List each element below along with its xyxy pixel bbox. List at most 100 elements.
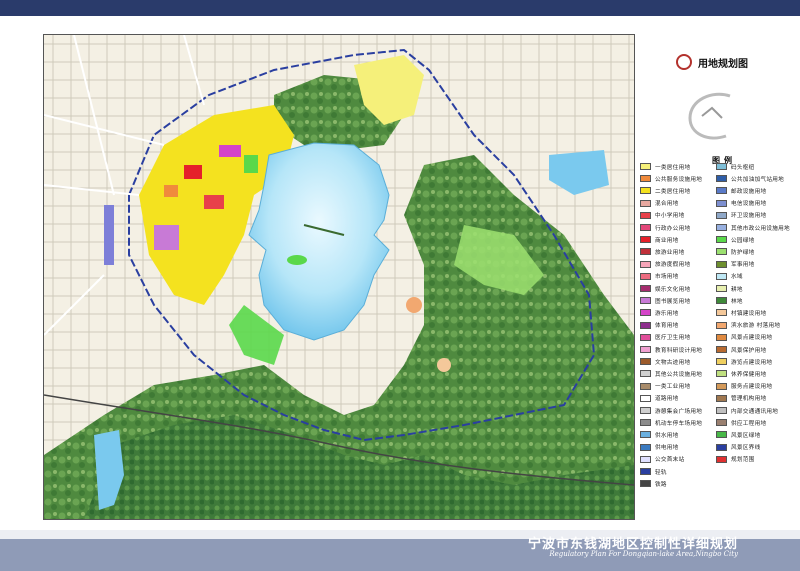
village-spot-2 [437,358,451,372]
legend-swatch [716,443,727,451]
land-use-map [43,34,635,520]
legend-label: 公共加油加气站用地 [731,176,785,183]
legend-item: 游乐用地 [640,307,679,318]
legend-item: 游憩集会广场用地 [640,405,702,416]
legend-label: 公交首末站 [655,457,685,464]
legend-label: 道路用地 [655,396,679,403]
map-canvas [44,35,634,519]
legend-item: 轻轨 [640,466,667,477]
legend-item: 滨水旅游 村落用地 [716,320,780,331]
legend-swatch [640,175,651,183]
legend-item: 服务点建设用地 [716,381,772,392]
legend-swatch [716,431,727,439]
legend-label: 机动车停车场用地 [655,420,703,427]
legend-label: 图书展览用地 [655,298,691,305]
exhibition-block [154,225,179,250]
legend-label: 游乐用地 [655,310,679,317]
legend-item: 林地 [716,295,743,306]
legend-item: 一类工业用地 [640,381,690,392]
legend-label: 供电用地 [655,445,679,452]
legend-label: 公园绿地 [731,237,755,244]
legend-swatch [716,285,727,292]
legend-swatch [640,309,651,317]
legend-swatch [716,211,727,219]
legend-swatch [716,455,727,463]
legend-item: 一类居住用地 [640,161,690,172]
legend-item: 供水用地 [640,429,679,440]
legend-item: 行政办公用地 [640,222,690,233]
legend-item: 水域 [716,271,743,282]
legend-swatch [640,468,651,475]
legend-item: 其他公共设施用地 [640,368,702,379]
legend-item: 医疗卫生用地 [640,332,690,343]
legend-label: 管理机构用地 [731,396,767,403]
legend-label: 游览点建设用地 [731,359,773,366]
legend-label: 二类居住用地 [655,188,691,195]
legend-label: 村镇建设用地 [731,310,767,317]
legend-swatch [640,187,651,195]
legend-item: 公共服务设施用地 [640,173,702,184]
legend-item: 文物古迹用地 [640,356,690,367]
legend-item: 军事用地 [716,259,755,270]
legend-swatch [640,211,651,219]
legend-label: 市场用地 [655,274,679,281]
dongqian-logo [688,92,731,140]
legend-swatch [716,297,727,305]
legend-swatch [640,407,651,414]
legend-swatch [716,382,727,390]
legend-title: 用地规划图 [698,59,748,70]
legend-item: 供电用地 [640,442,679,453]
legend-item: 公园绿地 [716,234,755,245]
west-strip [104,205,114,265]
legend-item: 邮政设施用地 [716,185,766,196]
legend-item: 规划范围 [716,454,755,465]
legend-label: 公共服务设施用地 [655,176,703,183]
legend-label: 休养保健用地 [731,371,767,378]
legend-item: 旅游度假用地 [640,259,690,270]
legend-swatch [640,480,651,488]
legend-label: 轻轨 [655,469,667,476]
legend-item: 体育用地 [640,320,679,331]
legend-label: 其他市政公用设施用地 [731,225,790,232]
legend-swatch [716,407,727,414]
legend-label: 军事用地 [731,262,755,269]
recreation-block [219,145,241,157]
legend-item: 风景区绿地 [716,429,760,440]
legend-label: 服务点建设用地 [731,384,773,391]
legend-label: 旅游业用地 [655,249,685,256]
legend-label: 风景区绿地 [731,432,761,439]
legend-item: 中小学用地 [640,210,684,221]
legend-label: 风景保护用地 [731,347,767,354]
legend-panel: 用地规划图 图例 一类居住用地 公共服务设施用地 二类居住用地 混合用地 中小学用地 行政… [636,34,790,518]
legend-swatch [716,199,727,207]
legend-label: 其他公共设施用地 [655,371,703,378]
legend-item: 道路用地 [640,393,679,404]
legend-label: 规划范围 [731,457,755,464]
legend-label: 耕地 [731,286,743,293]
legend-label: 供应工程用地 [731,420,767,427]
legend-item: 风景点建设用地 [716,332,772,343]
legend-label: 旅游度假用地 [655,262,691,269]
legend-item: 公交首末站 [640,454,684,465]
legend-swatch [716,272,727,280]
legend-item: 管理机构用地 [716,393,766,404]
legend-item: 图书展览用地 [640,295,690,306]
legend-item: 内部交通通讯用地 [716,405,778,416]
legend-swatch [716,224,727,231]
legend-item: 风景保护用地 [716,344,766,355]
legend-item: 耕地 [716,283,743,294]
legend-swatch [640,272,651,280]
legend-item: 村镇建设用地 [716,307,766,318]
legend-swatch [716,248,727,256]
legend-swatch [640,346,651,353]
legend-swatch [716,260,727,268]
legend-item: 商业用地 [640,234,679,245]
park-block [244,155,258,173]
legend-swatch [716,358,727,366]
legend-item: 旅游业用地 [640,246,684,257]
legend-item: 环卫设施用地 [716,210,766,221]
legend-label: 防护绿地 [731,249,755,256]
legend-swatch [716,346,727,353]
legend-list: 一类居住用地 公共服务设施用地 二类居住用地 混合用地 中小学用地 行政办公用地 商业用地旅… [640,161,790,491]
legend-swatch [716,187,727,195]
